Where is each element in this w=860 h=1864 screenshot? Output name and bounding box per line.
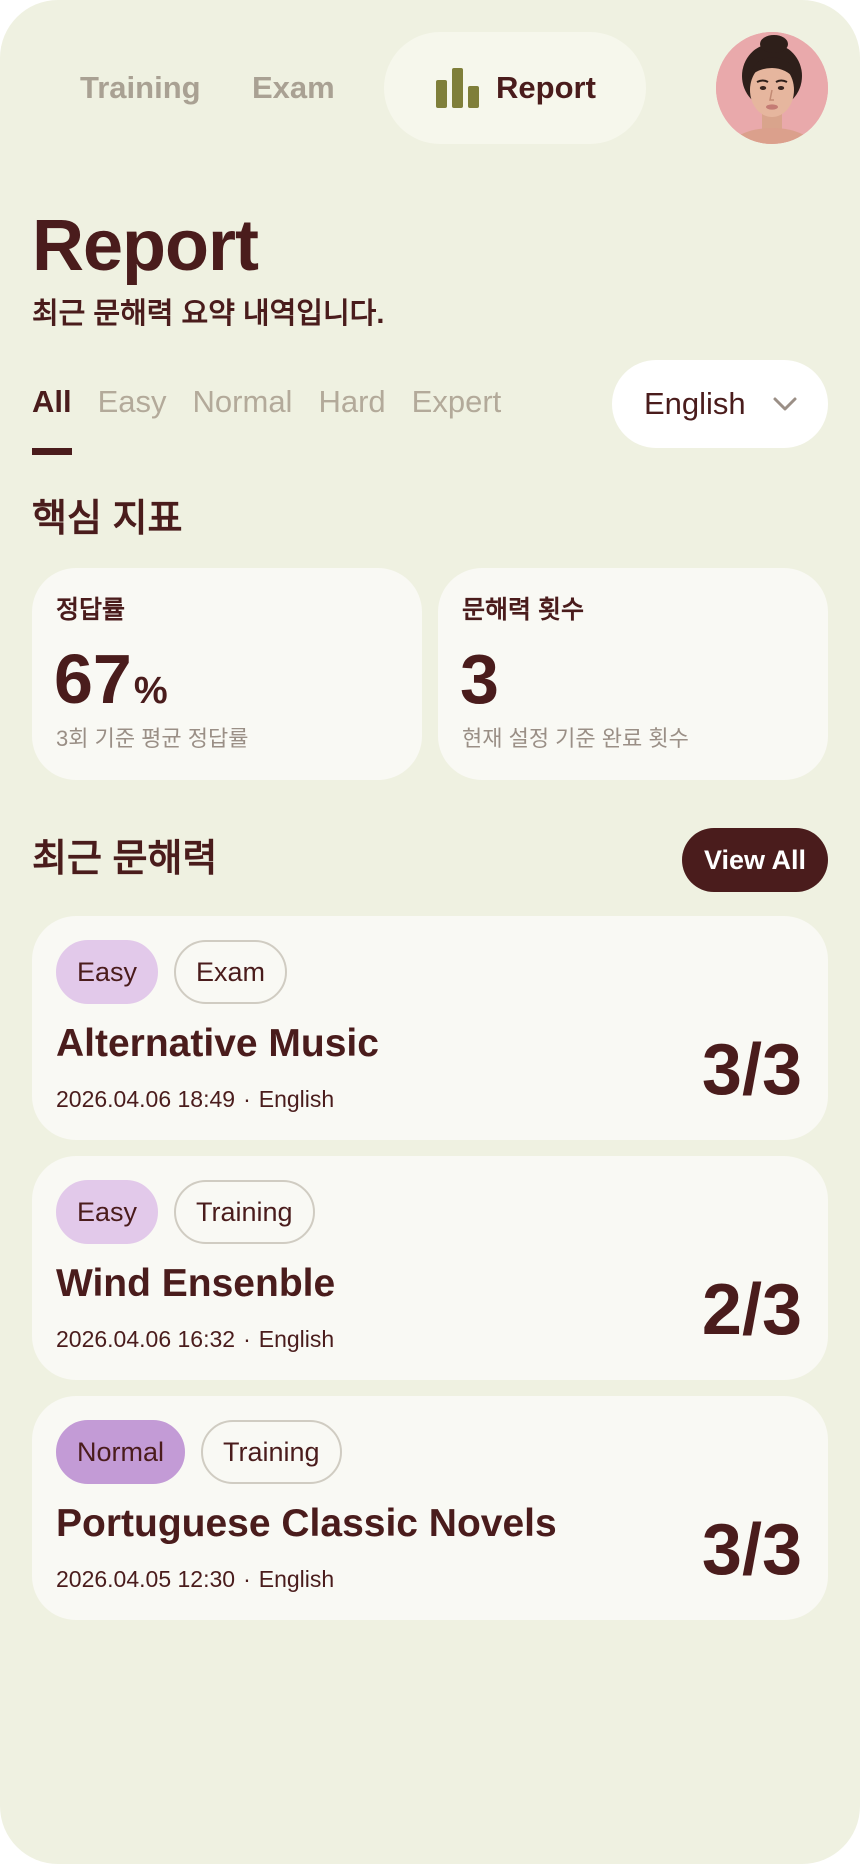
record-title: Alternative Music xyxy=(56,1022,379,1065)
user-avatar[interactable] xyxy=(716,32,828,144)
record-meta: 2026.04.05 12:30 · English xyxy=(56,1568,334,1591)
meta-separator: · xyxy=(243,1086,251,1112)
record-score: 3/3 xyxy=(701,1510,802,1590)
record-tags: Easy Training xyxy=(56,1180,315,1244)
record-tags: Easy Exam xyxy=(56,940,288,1004)
count-value: 3 xyxy=(460,640,499,718)
record-datetime: 2026.04.06 18:49 xyxy=(56,1086,236,1112)
record-title: Portuguese Classic Novels xyxy=(56,1502,557,1545)
tab-easy[interactable]: Easy xyxy=(98,386,167,426)
accuracy-card: 정답률 67% 3회 기준 평균 정답률 xyxy=(32,568,422,780)
record-language: English xyxy=(258,1326,335,1352)
accuracy-caption: 3회 기준 평균 정답률 xyxy=(56,726,249,751)
active-tab-indicator xyxy=(32,448,72,455)
record-score: 2/3 xyxy=(701,1270,802,1350)
record-card[interactable]: Normal Training Portuguese Classic Novel… xyxy=(32,1396,828,1620)
record-datetime: 2026.04.06 16:32 xyxy=(56,1326,236,1352)
count-caption: 현재 설정 기준 완료 횟수 xyxy=(462,726,689,751)
record-meta: 2026.04.06 16:32 · English xyxy=(56,1328,334,1351)
report-screen: Training Exam Report Report 최근 문해력 요약 내역… xyxy=(0,0,860,1864)
record-meta: 2026.04.06 18:49 · English xyxy=(56,1088,334,1111)
tab-all[interactable]: All xyxy=(32,386,72,426)
page-subtitle: 최근 문해력 요약 내역입니다. xyxy=(32,298,385,330)
nav-training-link[interactable]: Training xyxy=(80,72,201,103)
page-title: Report xyxy=(32,206,259,286)
chevron-down-icon xyxy=(773,397,797,411)
accuracy-unit: % xyxy=(133,670,168,712)
level-badge: Easy xyxy=(56,1180,159,1244)
meta-separator: · xyxy=(243,1326,251,1352)
mode-badge: Exam xyxy=(174,940,288,1004)
record-language: English xyxy=(258,1566,335,1592)
tab-normal[interactable]: Normal xyxy=(193,386,293,426)
record-tags: Normal Training xyxy=(56,1420,342,1484)
meta-separator: · xyxy=(243,1566,251,1592)
language-select-value: English xyxy=(644,386,746,421)
view-all-button[interactable]: View All xyxy=(682,828,828,892)
level-badge: Normal xyxy=(56,1420,186,1484)
record-card[interactable]: Easy Training Wind Ensenble 2026.04.06 1… xyxy=(32,1156,828,1380)
count-label: 문해력 횟수 xyxy=(462,596,584,624)
mode-badge: Training xyxy=(174,1180,315,1244)
avatar-image xyxy=(716,32,828,144)
tab-hard[interactable]: Hard xyxy=(318,386,385,426)
tab-expert[interactable]: Expert xyxy=(412,386,502,426)
count-card: 문해력 횟수 3 현재 설정 기준 완료 횟수 xyxy=(438,568,828,780)
difficulty-tabs: All Easy Normal Hard Expert xyxy=(32,386,501,426)
level-badge: Easy xyxy=(56,940,159,1004)
nav-report-label: Report xyxy=(496,70,596,105)
top-nav: Training Exam Report xyxy=(0,32,860,144)
bar-chart-icon xyxy=(436,68,479,108)
language-select[interactable]: English xyxy=(612,360,828,448)
accuracy-value-wrap: 67% xyxy=(54,644,168,714)
metrics-section-title: 핵심 지표 xyxy=(32,498,183,540)
accuracy-value: 67 xyxy=(54,640,132,718)
record-card[interactable]: Easy Exam Alternative Music 2026.04.06 1… xyxy=(32,916,828,1140)
record-title: Wind Ensenble xyxy=(56,1262,336,1305)
mode-badge: Training xyxy=(201,1420,342,1484)
record-datetime: 2026.04.05 12:30 xyxy=(56,1566,236,1592)
record-score: 3/3 xyxy=(701,1030,802,1110)
nav-exam-link[interactable]: Exam xyxy=(252,72,335,103)
accuracy-label: 정답률 xyxy=(56,596,126,624)
recent-section-title: 최근 문해력 xyxy=(32,838,218,880)
record-language: English xyxy=(258,1086,335,1112)
nav-report-tab[interactable]: Report xyxy=(384,32,646,144)
